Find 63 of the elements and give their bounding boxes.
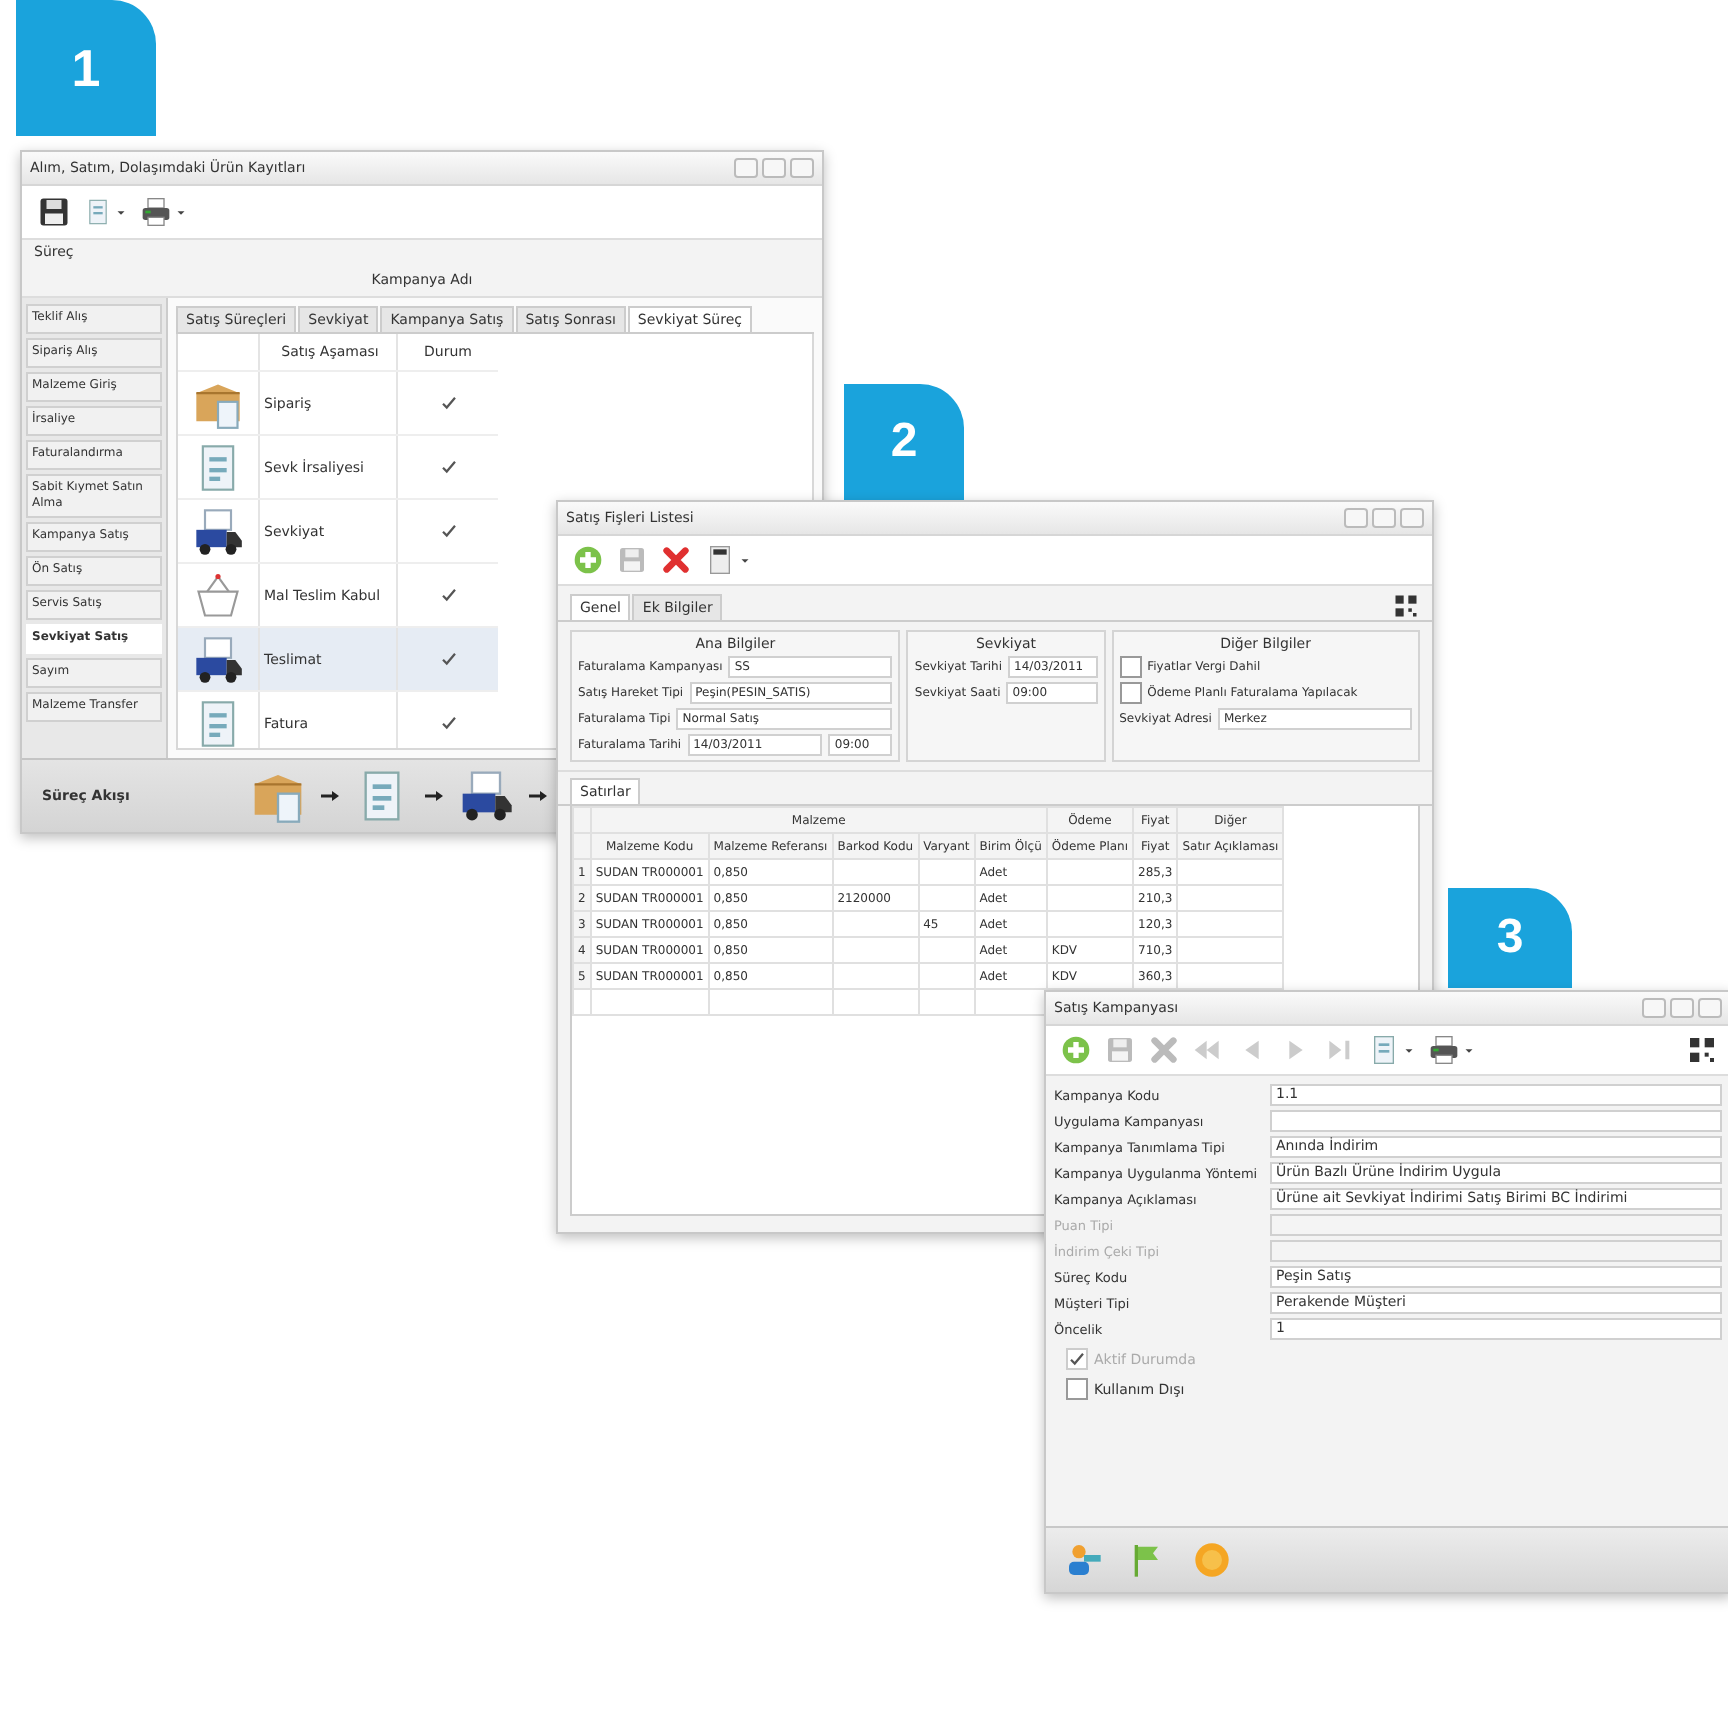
checkbox[interactable] (437, 648, 459, 670)
add-button[interactable] (1058, 1032, 1094, 1068)
check-icon (439, 522, 457, 540)
delete-icon (660, 544, 692, 576)
caret-icon (174, 205, 188, 219)
printer-button[interactable] (1426, 1032, 1478, 1068)
qr-code-icon (1392, 592, 1420, 620)
caret-icon (1402, 1043, 1416, 1057)
check-icon (439, 650, 457, 668)
checkbox[interactable] (1119, 656, 1142, 678)
close-button[interactable] (790, 158, 814, 178)
maximize-button[interactable] (762, 158, 786, 178)
document-icon (1368, 1034, 1400, 1066)
truck-icon (192, 633, 244, 685)
checkbox[interactable] (1119, 682, 1142, 704)
delete-button[interactable] (658, 542, 694, 578)
coin-icon (1192, 1540, 1232, 1580)
step-number: 2 (844, 384, 964, 500)
caret-icon (114, 205, 128, 219)
minimize-button[interactable] (734, 158, 758, 178)
delete-icon (1148, 1034, 1180, 1066)
truck-icon (192, 505, 244, 557)
check-icon (439, 586, 457, 604)
save-icon (616, 544, 648, 576)
checkbox[interactable] (437, 520, 459, 542)
check-icon (1068, 1350, 1086, 1368)
add-button[interactable] (570, 542, 606, 578)
maximize-button[interactable] (1670, 998, 1694, 1018)
input-field[interactable] (1270, 1214, 1722, 1236)
truck-icon (457, 768, 514, 824)
checkbox[interactable] (1066, 1378, 1088, 1400)
checkbox[interactable] (437, 712, 459, 734)
maximize-button[interactable] (1372, 508, 1396, 528)
coin-button[interactable] (1190, 1538, 1234, 1582)
input-field[interactable] (1270, 1110, 1722, 1132)
printer-icon (1428, 1034, 1460, 1066)
delete-button[interactable] (1146, 1032, 1182, 1068)
check-icon (439, 394, 457, 412)
add-icon (1060, 1034, 1092, 1066)
qr-code-icon (1686, 1034, 1718, 1066)
checkbox[interactable] (437, 456, 459, 478)
input-field[interactable] (1270, 1240, 1722, 1262)
checkbox[interactable] (437, 392, 459, 414)
calculator-icon (704, 544, 736, 576)
basket-icon (192, 569, 244, 621)
printer-button[interactable] (138, 194, 190, 230)
minimize-button[interactable] (1344, 508, 1368, 528)
close-button[interactable] (1698, 998, 1722, 1018)
save-icon (36, 194, 72, 230)
people-icon (1064, 1540, 1104, 1580)
step-number: 3 (1448, 888, 1572, 988)
save-icon (1104, 1034, 1136, 1066)
step-number: 1 (16, 0, 156, 136)
check-icon (439, 458, 457, 476)
add-icon (572, 544, 604, 576)
document-icon (84, 198, 112, 226)
checkbox[interactable] (437, 584, 459, 606)
caret-icon (1462, 1043, 1476, 1057)
caret-icon (738, 553, 752, 567)
check-icon (439, 714, 457, 732)
close-button[interactable] (1400, 508, 1424, 528)
minimize-button[interactable] (1642, 998, 1666, 1018)
printer-icon (140, 196, 172, 228)
